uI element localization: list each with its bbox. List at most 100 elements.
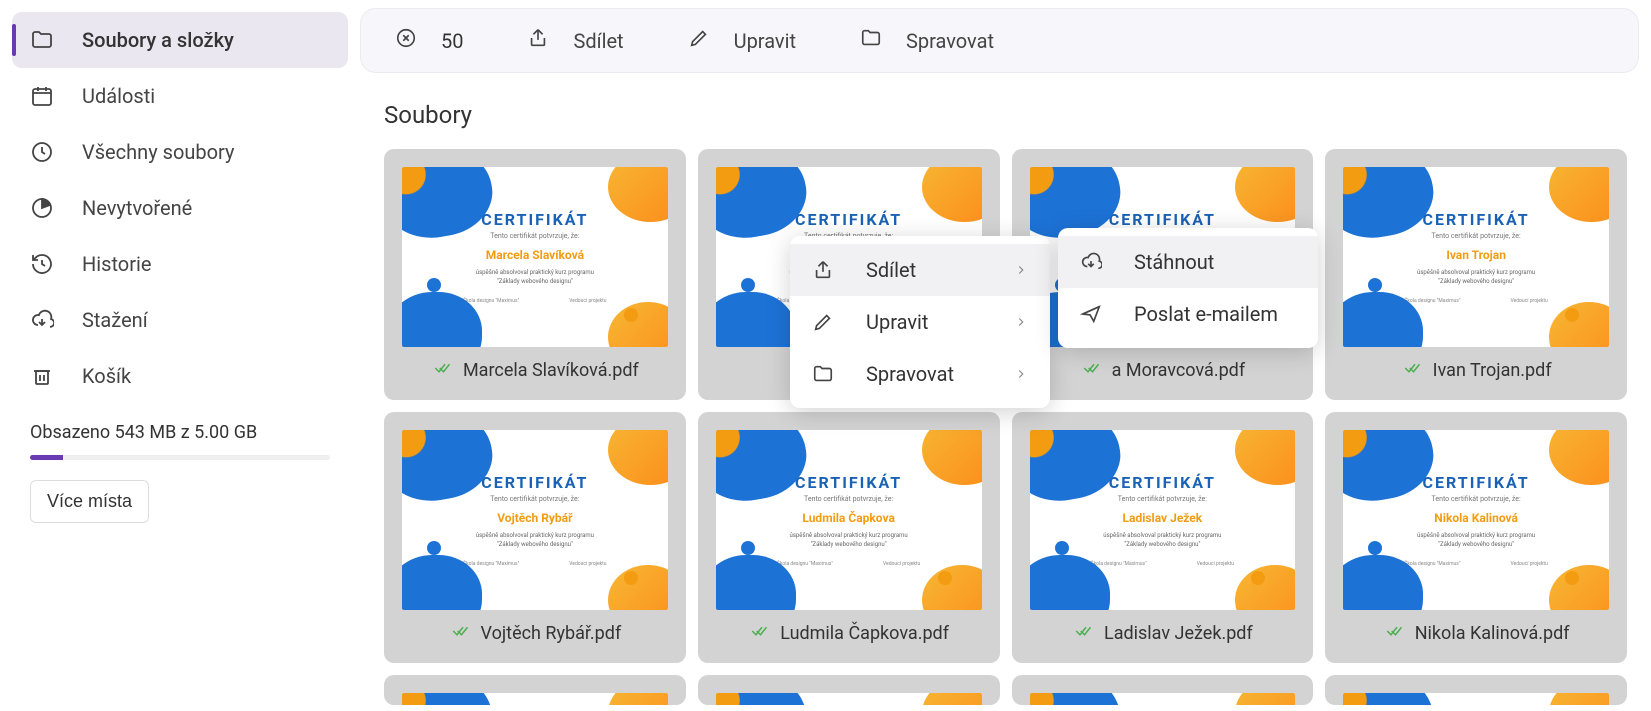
file-card[interactable]: [1325, 675, 1627, 705]
check-icon: [748, 622, 770, 645]
file-card[interactable]: CERTIFIKÁT Tento certifikát potvrzuje, ž…: [384, 412, 686, 663]
calendar-icon: [30, 84, 54, 108]
file-card[interactable]: CERTIFIKÁT Tento certifikát potvrzuje, ž…: [384, 149, 686, 400]
ctx-download[interactable]: Stáhnout: [1058, 236, 1318, 288]
send-icon: [1080, 303, 1104, 325]
more-space-button[interactable]: Více místa: [30, 480, 149, 523]
sidebar-item-label: Historie: [82, 252, 151, 276]
clock-icon: [30, 140, 54, 164]
folder-icon: [30, 28, 54, 52]
sidebar-item-label: Soubory a složky: [82, 28, 234, 52]
toolbar-label: Sdílet: [573, 29, 623, 53]
chevron-right-icon: [1014, 362, 1028, 386]
toolbar-label: Upravit: [734, 29, 796, 53]
file-thumbnail: CERTIFIKÁT Tento certifikát potvrzuje, ž…: [402, 167, 668, 347]
file-thumbnail: CERTIFIKÁT Tento certifikát potvrzuje, ž…: [716, 430, 982, 610]
ctx-label: Spravovat: [866, 362, 954, 386]
folder-icon: [860, 27, 882, 54]
sidebar-item-label: Košík: [82, 364, 131, 388]
storage-bar: [30, 455, 330, 460]
file-card[interactable]: CERTIFIKÁT Tento certifikát potvrzuje, ž…: [1325, 149, 1627, 400]
ctx-email[interactable]: Poslat e-mailem: [1058, 288, 1318, 340]
file-name: Ladislav Ježek.pdf: [1104, 623, 1253, 644]
file-thumbnail: [716, 693, 982, 705]
file-card[interactable]: CERTIFIKÁT Tento certifikát potvrzuje, ž…: [1012, 412, 1314, 663]
ctx-manage[interactable]: Spravovat: [790, 348, 1050, 400]
file-name: Ludmila Čapkova.pdf: [780, 623, 949, 644]
file-label: Vojtěch Rybář.pdf: [402, 622, 668, 645]
sidebar-item-label: Nevytvořené: [82, 196, 192, 220]
storage-info: Obsazeno 543 MB z 5.00 GB Více místa: [12, 404, 348, 541]
ctx-edit[interactable]: Upravit: [790, 296, 1050, 348]
deselect-button[interactable]: 50: [385, 21, 473, 60]
sidebar-item-downloads[interactable]: Stažení: [12, 292, 348, 348]
ctx-share[interactable]: Sdílet: [790, 244, 1050, 296]
share-button[interactable]: Sdílet: [517, 21, 633, 60]
chevron-right-icon: [1014, 258, 1028, 282]
history-icon: [30, 252, 54, 276]
ctx-label: Stáhnout: [1134, 250, 1214, 274]
file-name: Ivan Trojan.pdf: [1433, 360, 1552, 381]
file-card[interactable]: [698, 675, 1000, 705]
sidebar: Soubory a složky Události Všechny soubor…: [0, 0, 360, 711]
file-name: a Moravcová.pdf: [1112, 360, 1245, 381]
file-name: Vojtěch Rybář.pdf: [481, 623, 622, 644]
share-icon: [812, 259, 836, 281]
file-card[interactable]: [1012, 675, 1314, 705]
sidebar-item-files-folders[interactable]: Soubory a složky: [12, 12, 348, 68]
sidebar-item-label: Všechny soubory: [82, 140, 234, 164]
sidebar-item-history[interactable]: Historie: [12, 236, 348, 292]
sidebar-item-events[interactable]: Události: [12, 68, 348, 124]
sidebar-item-all-files[interactable]: Všechny soubory: [12, 124, 348, 180]
storage-text: Obsazeno 543 MB z 5.00 GB: [30, 422, 330, 443]
edit-button[interactable]: Upravit: [678, 21, 806, 60]
close-circle-icon: [395, 27, 417, 54]
trash-icon: [30, 364, 54, 388]
ctx-label: Upravit: [866, 310, 928, 334]
check-icon: [1383, 622, 1405, 645]
check-icon: [1072, 622, 1094, 645]
sidebar-item-label: Stažení: [82, 308, 148, 332]
check-icon: [1401, 359, 1423, 382]
file-label: Marcela Slavíková.pdf: [402, 359, 668, 382]
file-thumbnail: CERTIFIKÁT Tento certifikát potvrzuje, ž…: [1343, 167, 1609, 347]
file-label: Ivan Trojan.pdf: [1343, 359, 1609, 382]
file-thumbnail: CERTIFIKÁT Tento certifikát potvrzuje, ž…: [402, 430, 668, 610]
chevron-right-icon: [1014, 310, 1028, 334]
pencil-icon: [688, 27, 710, 54]
sidebar-item-not-created[interactable]: Nevytvořené: [12, 180, 348, 236]
share-icon: [527, 27, 549, 54]
check-icon: [1080, 359, 1102, 382]
file-label: Ladislav Ježek.pdf: [1030, 622, 1296, 645]
file-card[interactable]: CERTIFIKÁT Tento certifikát potvrzuje, ž…: [1325, 412, 1627, 663]
file-label: a Moravcová.pdf: [1030, 359, 1296, 382]
file-grid-partial: [384, 675, 1627, 705]
ctx-label: Poslat e-mailem: [1134, 302, 1278, 326]
file-thumbnail: [402, 693, 668, 705]
file-thumbnail: CERTIFIKÁT Tento certifikát potvrzuje, ž…: [1030, 430, 1296, 610]
section-title: Soubory: [384, 101, 1627, 129]
ctx-label: Sdílet: [866, 258, 916, 282]
download-cloud-icon: [30, 308, 54, 332]
pencil-icon: [812, 311, 836, 333]
file-thumbnail: [1343, 693, 1609, 705]
sidebar-item-label: Události: [82, 84, 155, 108]
toolbar-label: Spravovat: [906, 29, 994, 53]
context-submenu[interactable]: Stáhnout Poslat e-mailem: [1058, 228, 1318, 348]
selection-count: 50: [441, 29, 463, 53]
file-label: Nikola Kalinová.pdf: [1343, 622, 1609, 645]
file-card[interactable]: CERTIFIKÁT Tento certifikát potvrzuje, ž…: [698, 412, 1000, 663]
toolbar: 50 Sdílet Upravit Spravovat: [360, 8, 1639, 73]
file-card[interactable]: [384, 675, 686, 705]
sidebar-item-trash[interactable]: Košík: [12, 348, 348, 404]
file-name: Nikola Kalinová.pdf: [1415, 623, 1570, 644]
manage-button[interactable]: Spravovat: [850, 21, 1004, 60]
check-icon: [431, 359, 453, 382]
context-menu[interactable]: Sdílet Upravit Spravovat Stáhnout Poslat…: [790, 236, 1050, 408]
download-cloud-icon: [1080, 251, 1104, 273]
check-icon: [449, 622, 471, 645]
file-thumbnail: CERTIFIKÁT Tento certifikát potvrzuje, ž…: [1343, 430, 1609, 610]
pie-icon: [30, 196, 54, 220]
file-thumbnail: [1030, 693, 1296, 705]
folder-icon: [812, 363, 836, 385]
